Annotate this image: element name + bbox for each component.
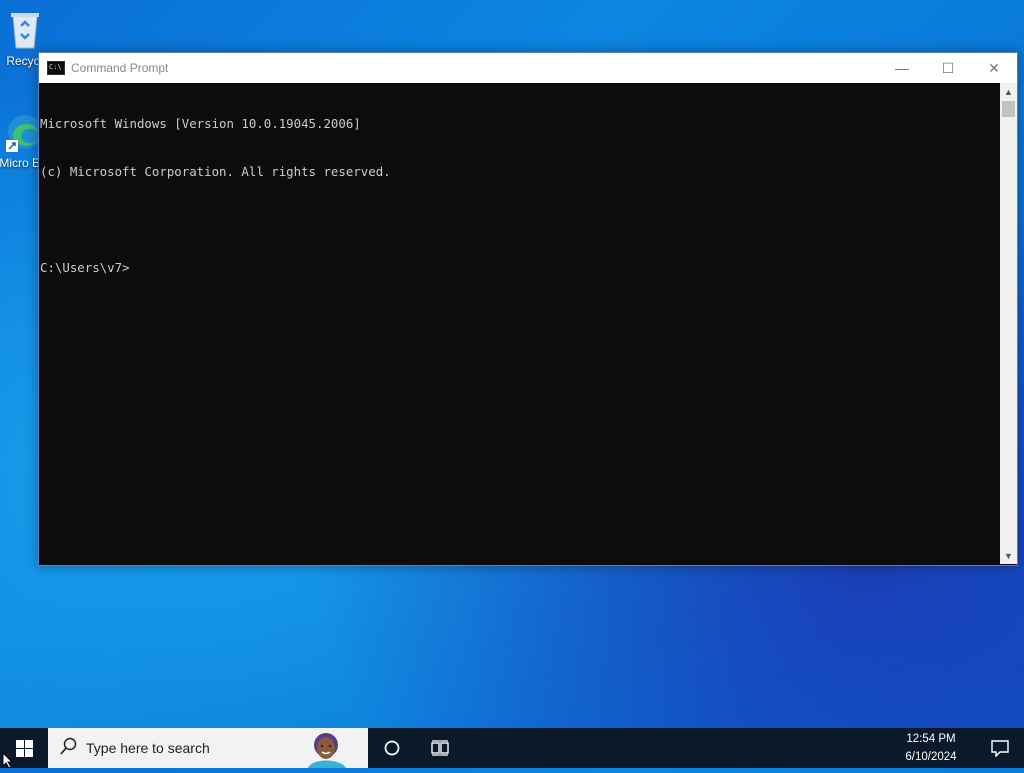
clock-date: 6/10/2024 [905, 751, 957, 763]
console-output[interactable]: Microsoft Windows [Version 10.0.19045.20… [39, 83, 1000, 564]
scroll-up-arrow-icon[interactable]: ▲ [1000, 83, 1017, 100]
search-highlight-illustration-icon [306, 728, 364, 768]
minimize-button[interactable]: — [879, 53, 925, 83]
taskbar-search-box[interactable]: Type here to search [48, 728, 368, 768]
mouse-cursor-icon [2, 752, 14, 768]
console-prompt: C:\Users\v7> [40, 260, 130, 275]
title-bar[interactable]: Command Prompt — ☐ ✕ [39, 53, 1017, 83]
task-view-icon [431, 740, 449, 756]
search-icon [60, 737, 80, 760]
cmd-window: Command Prompt — ☐ ✕ Microsoft Windows [… [38, 52, 1018, 566]
cortana-icon [384, 740, 400, 756]
scroll-thumb[interactable] [1002, 101, 1015, 117]
clock-time: 12:54 PM [906, 733, 956, 745]
taskbar: Type here to search 12:54 PM 6/10/2024 [0, 728, 1024, 768]
window-title: Command Prompt [71, 61, 169, 75]
cortana-button[interactable] [368, 728, 416, 768]
console-line: (c) Microsoft Corporation. All rights re… [40, 164, 391, 179]
recycle-bin-icon [5, 8, 45, 50]
close-button[interactable]: ✕ [971, 53, 1017, 83]
vertical-scrollbar[interactable]: ▲ ▼ [1000, 83, 1017, 564]
system-clock[interactable]: 12:54 PM 6/10/2024 [896, 730, 966, 766]
action-center-button[interactable] [976, 728, 1024, 768]
notification-icon [991, 740, 1009, 757]
console-line: Microsoft Windows [Version 10.0.19045.20… [40, 116, 361, 131]
task-view-button[interactable] [416, 728, 464, 768]
windows-start-icon [15, 739, 33, 757]
maximize-button[interactable]: ☐ [925, 53, 971, 83]
search-placeholder: Type here to search [86, 740, 210, 756]
scroll-down-arrow-icon[interactable]: ▼ [1000, 547, 1017, 564]
cmd-icon [47, 61, 65, 75]
